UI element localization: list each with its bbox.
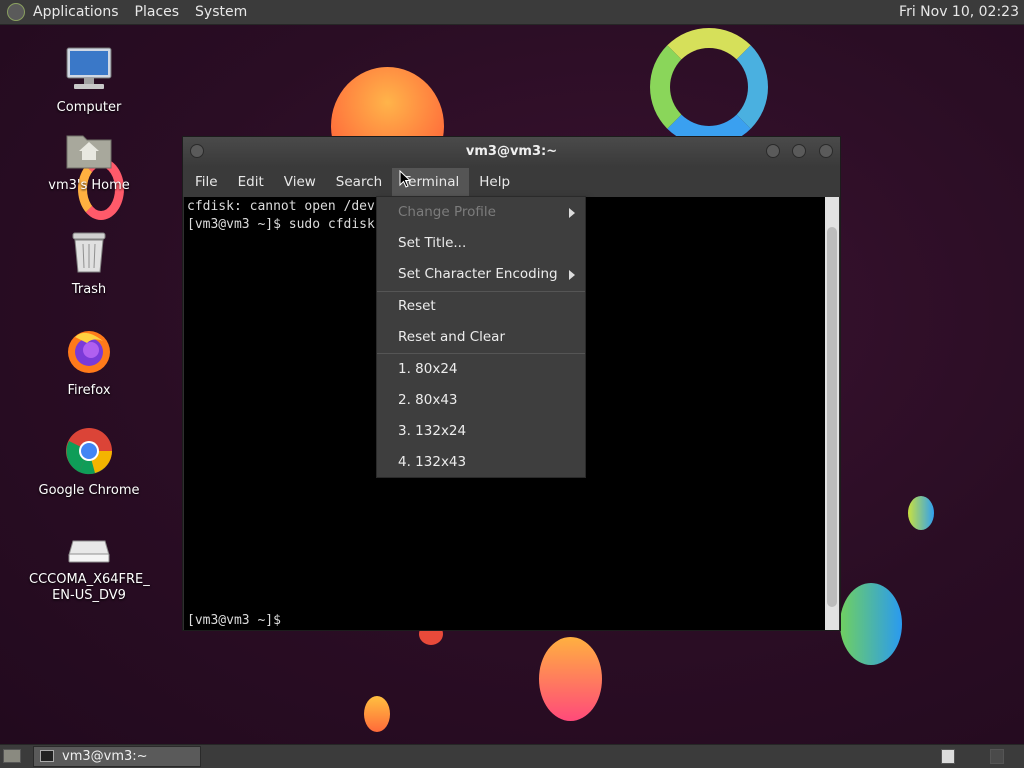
menu-edit[interactable]: Edit [228, 168, 274, 196]
menu-item-reset-and-clear[interactable]: Reset and Clear [377, 322, 585, 353]
menu-item-size-80x43[interactable]: 2. 80x43 [377, 385, 585, 416]
menu-item-size-80x24[interactable]: 1. 80x24 [377, 354, 585, 385]
terminal-menubar: File Edit View Search Terminal Help [183, 167, 840, 197]
distro-logo-icon[interactable] [7, 3, 25, 21]
system-menu[interactable]: System [187, 4, 255, 20]
maximize-button[interactable] [792, 144, 806, 158]
blue-blob [840, 583, 902, 665]
terminal-prompt-line: [vm3@vm3 ~]$ [187, 613, 281, 628]
desktop-icon-home[interactable]: vm3's Home [29, 130, 149, 194]
terminal-dropdown-menu: Change Profile Set Title... Set Characte… [376, 196, 586, 478]
home-folder-icon [66, 135, 112, 169]
desktop-icon-label: Trash [71, 282, 107, 297]
desktop-icon-label: CCCOMA_X64FRE_ EN-US_DV9 [29, 572, 150, 603]
window-titlebar[interactable]: vm3@vm3:~ [183, 137, 840, 167]
desktop-icon-label: vm3's Home [48, 178, 130, 193]
drive-icon [68, 540, 110, 563]
menu-file[interactable]: File [185, 168, 228, 196]
menu-item-set-title[interactable]: Set Title... [377, 228, 585, 259]
desktop-icon-label: Firefox [67, 383, 111, 398]
submenu-arrow-icon [569, 208, 575, 218]
firefox-icon [68, 331, 110, 373]
menu-item-size-132x43[interactable]: 4. 132x43 [377, 447, 585, 478]
desktop-icon-chrome[interactable]: Google Chrome [29, 427, 149, 499]
close-button[interactable] [819, 144, 833, 158]
orange-blob-bottom [539, 637, 602, 721]
chrome-icon [66, 428, 112, 475]
orange-blob-small [364, 696, 390, 732]
computer-icon [66, 47, 112, 89]
mouse-cursor-icon [399, 170, 411, 188]
desktop-icon-label: Computer [56, 100, 122, 115]
menu-item-change-profile: Change Profile [377, 197, 585, 228]
workspace-switcher-2[interactable] [990, 749, 1004, 764]
desktop-icon-label: Google Chrome [38, 483, 140, 498]
top-panel: Applications Places System Fri Nov 10, 0… [0, 0, 1024, 25]
menu-help[interactable]: Help [469, 168, 520, 196]
menu-item-set-character-encoding[interactable]: Set Character Encoding [377, 259, 585, 290]
desktop-icon-trash[interactable]: Trash [29, 230, 149, 298]
terminal-scrollbar[interactable] [825, 197, 839, 630]
desktop-icon-computer[interactable]: Computer [29, 46, 149, 116]
applications-menu[interactable]: Applications [25, 4, 127, 20]
trash-icon [72, 232, 106, 273]
bottom-taskbar: vm3@vm3:~ [0, 744, 1024, 768]
terminal-icon [40, 750, 54, 762]
places-menu[interactable]: Places [127, 4, 188, 20]
menu-item-size-132x24[interactable]: 3. 132x24 [377, 416, 585, 447]
desktop-icon-drive[interactable]: CCCOMA_X64FRE_ EN-US_DV9 [29, 538, 150, 604]
ring-blob [650, 28, 768, 146]
submenu-arrow-icon [569, 270, 575, 280]
show-desktop-icon[interactable] [3, 749, 21, 763]
taskbar-window-button[interactable]: vm3@vm3:~ [33, 746, 201, 767]
menu-item-reset[interactable]: Reset [377, 291, 585, 322]
cyan-blob [908, 496, 934, 530]
terminal-line: [vm3@vm3 ~]$ sudo cfdisk [187, 217, 375, 232]
desktop-icon-firefox[interactable]: Firefox [29, 327, 149, 399]
minimize-button[interactable] [766, 144, 780, 158]
clock[interactable]: Fri Nov 10, 02:23 [899, 4, 1019, 20]
scrollbar-thumb[interactable] [827, 227, 837, 607]
menu-view[interactable]: View [274, 168, 326, 196]
terminal-line: cfdisk: cannot open /dev [187, 199, 375, 214]
menu-search[interactable]: Search [326, 168, 392, 196]
window-title: vm3@vm3:~ [465, 144, 558, 159]
workspace-switcher[interactable] [941, 749, 955, 764]
window-menu-button[interactable] [190, 144, 204, 158]
